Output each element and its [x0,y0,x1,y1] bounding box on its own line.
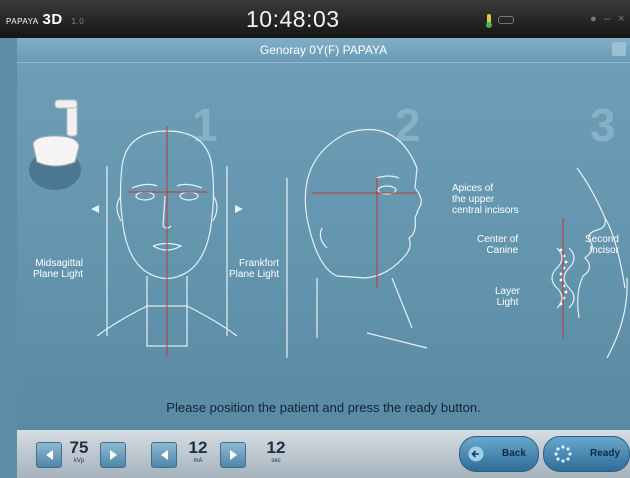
close-button[interactable]: × [618,13,624,25]
sec-value: 12 [266,438,286,457]
ma-value: 12 [188,438,208,457]
app-logo: PAPAYA 3D 1.0 [6,11,84,28]
layer-light-label-line2: Light [496,297,519,308]
right-arrow-icon [229,450,237,460]
layer-light-label-line1: Layer [495,286,521,297]
left-arrow-icon [160,450,168,460]
kvp-unit: kVp [73,458,85,464]
ma-increase-button[interactable] [220,442,246,468]
thermometer-icon [486,14,492,28]
canine-label-line1: Center of [477,234,519,245]
back-arrow-icon [468,446,484,462]
layer-light-label: Layer Light [495,286,520,308]
midsagittal-label-line2: Plane Light [33,269,84,280]
side-face-illustration [286,129,428,358]
kvp-increase-button[interactable] [100,442,126,468]
instruction-text: Please position the patient and press th… [166,400,481,415]
midsagittal-label: Midsagittal Plane Light [33,258,83,280]
apices-label: Apices of the upper central incisors [452,183,519,216]
teeth-profile-illustration [551,167,628,358]
second-incisor-label-line2: Incisor [589,245,619,256]
kvp-decrease-button[interactable] [36,442,62,468]
back-button[interactable]: Back [459,436,539,472]
canine-label-line2: Canine [486,245,519,256]
frankfort-label: Frankfort Plane Light [229,258,279,280]
back-button-label: Back [502,448,526,459]
ready-button[interactable]: Ready [543,436,630,472]
right-arrow-icon [109,450,117,460]
ready-spinner-icon [554,445,572,463]
step-3-number: 3 [590,99,616,151]
title-bar: PAPAYA 3D 1.0 10:48:03 ● – × [0,0,630,38]
xray-device-icon [29,99,81,190]
frankfort-label-line1: Frankfort [239,258,280,269]
second-incisor-label: Second Incisor [585,234,619,256]
status-dot-icon: ● [590,13,597,25]
apices-label-line2: the upper [452,194,495,205]
logo-3d-text: 3D [42,11,63,28]
network-icon [498,16,514,24]
clock: 10:48:03 [246,6,340,32]
device-title: Genoray 0Y(F) PAPAYA [259,43,388,57]
apices-label-line3: central incisors [452,205,519,216]
ready-button-label: Ready [590,448,621,459]
canine-label: Center of Canine [477,234,518,256]
logo-text: PAPAYA [6,17,39,26]
apices-label-line1: Apices of [452,183,494,194]
main-panel: Genoray 0Y(F) PAPAYA 1 2 3 Midsagittal P… [17,38,630,430]
front-face-illustration [91,126,243,356]
sub-header: Genoray 0Y(F) PAPAYA [17,38,630,63]
left-arrow-icon [45,450,53,460]
ma-unit: mA [193,458,203,464]
kvp-value: 75 [69,438,89,457]
second-incisor-label-line1: Second [585,234,619,245]
ma-decrease-button[interactable] [151,442,177,468]
app-version: 1.0 [71,17,85,26]
sec-unit: sec [271,458,281,464]
frankfort-label-line2: Plane Light [229,269,280,280]
user-icon[interactable] [612,42,626,56]
minimize-button[interactable]: – [604,13,610,25]
midsagittal-label-line1: Midsagittal [35,258,84,269]
control-bar: 75 kVp 12 mA 12 sec Back Ready [17,430,630,478]
